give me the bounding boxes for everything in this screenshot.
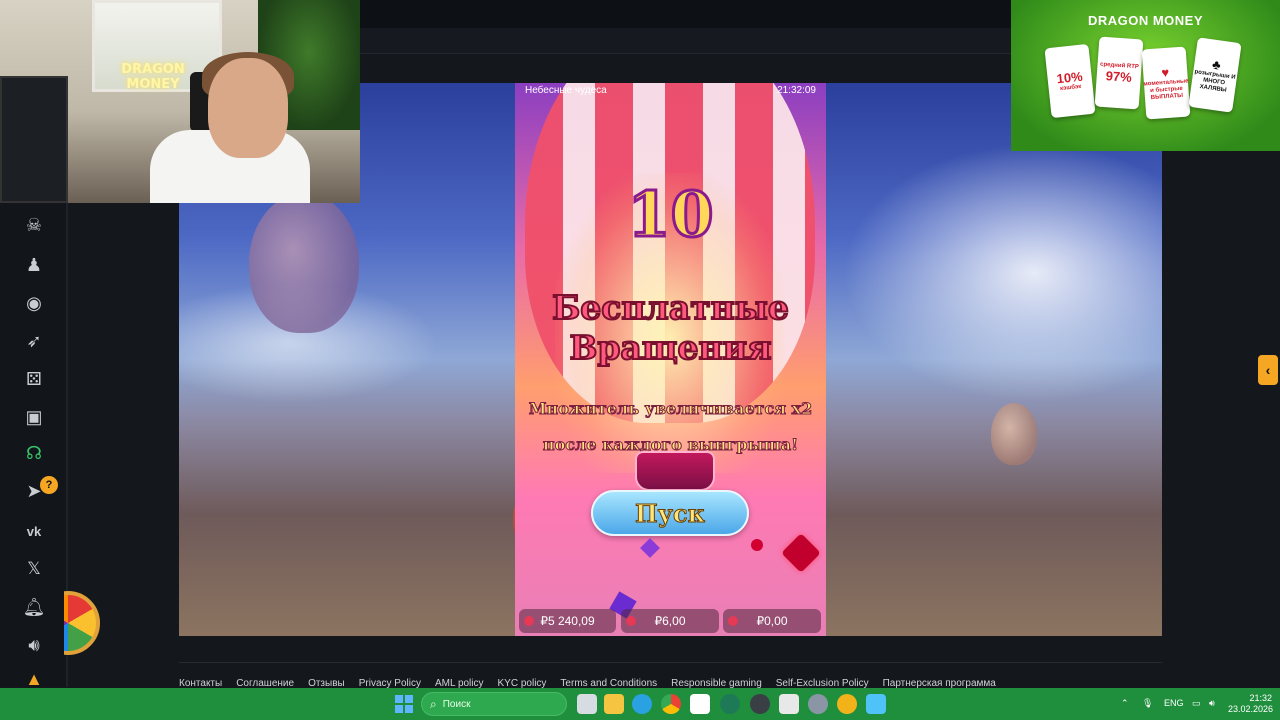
taskbar-search[interactable]: ⌕ Поиск [421, 692, 567, 716]
footer-link[interactable]: Responsible gaming [671, 678, 762, 688]
balloon-decoration [991, 403, 1037, 465]
footer-link[interactable]: KYC policy [498, 678, 547, 688]
footer-link[interactable]: Соглашение [236, 678, 294, 688]
app-icon[interactable] [779, 694, 799, 714]
microphone-icon[interactable]: 🎙︎ [1142, 698, 1153, 709]
bet-value: ₽6,00 [654, 614, 686, 628]
bet-display[interactable]: ₽6,00 [621, 609, 719, 633]
footer-links: Контакты Соглашение Отзывы Privacy Polic… [179, 678, 1162, 688]
settings-icon[interactable] [808, 694, 828, 714]
clock-time: 21:32 [1249, 693, 1272, 703]
footer-link[interactable]: Terms and Conditions [560, 678, 657, 688]
win-icon [728, 616, 738, 626]
win-display: ₽0,00 [723, 609, 821, 633]
description-line-1: Множитель увеличивается x2 [528, 399, 813, 419]
free-spins-count: 10 [626, 177, 715, 253]
bell-icon[interactable]: 🔔︎ [22, 595, 46, 619]
language-indicator[interactable]: ENG [1164, 698, 1184, 708]
win-value: ₽0,00 [756, 614, 788, 628]
balance-value: ₽5 240,09 [540, 614, 595, 628]
fortune-wheel-icon[interactable] [64, 591, 104, 655]
left-sidebar: ☠ ♟ ◉ ➶ ⚄ ▣ ☊ ➤ ? vk 𝕏 🔔︎ 🔊︎ ▲ [0, 203, 100, 689]
balloon-basket-image [635, 451, 715, 491]
search-icon: ⌕ [430, 696, 437, 711]
headline-line-2: Вращения [568, 327, 772, 368]
file-explorer-icon[interactable] [604, 694, 624, 714]
footer-link[interactable]: Партнерская программа [883, 678, 996, 688]
start-button[interactable]: Пуск [591, 490, 749, 536]
site-header-bar [360, 28, 1012, 54]
footer-link[interactable]: Отзывы [308, 678, 345, 688]
chevron-left-icon[interactable]: ‹ [1258, 355, 1278, 385]
app-icon[interactable] [750, 694, 770, 714]
card-caption: розыгрыши И МНОГО ХАЛЯВЫ [1194, 68, 1236, 94]
browser-top-bar [360, 0, 1012, 28]
vk-icon[interactable]: vk [22, 519, 46, 543]
user-icon[interactable]: ♟ [22, 253, 46, 277]
footer-link[interactable]: Self-Exclusion Policy [776, 678, 869, 688]
promo-card: ♣ розыгрыши И МНОГО ХАЛЯВЫ [1188, 37, 1242, 113]
notepad-icon[interactable] [866, 694, 886, 714]
support-icon[interactable]: ☊ [22, 441, 46, 465]
dice-icon[interactable]: ⚄ [22, 367, 46, 391]
monitor-background [0, 76, 68, 203]
banner-title: DRAGON MONEY [1087, 13, 1204, 28]
game-status-bar: ₽5 240,09 ₽6,00 ₽0,00 [515, 607, 826, 636]
webcam-overlay: DRAGON MONEY [0, 0, 360, 203]
task-view-icon[interactable] [577, 694, 597, 714]
card-caption: моментальные и быстрые ВЫПЛАТЫ [1143, 77, 1189, 101]
roulette-icon[interactable]: ◉ [22, 291, 46, 315]
gem-decoration [640, 538, 660, 558]
balance-display[interactable]: ₽5 240,09 [519, 609, 616, 633]
network-icon[interactable]: ▭ [1192, 698, 1201, 709]
clock-date: 23.02.2026 [1228, 704, 1274, 714]
gem-decoration [751, 539, 763, 551]
windows-taskbar: ⌕ Поиск ⌃ 🎙︎ ENG ▭ 🔊︎ 21:32 23.02.2026 [0, 688, 1280, 720]
dragon-money-banner[interactable]: DRAGON MONEY 10% кэшбэк средний RTP 97% … [1011, 0, 1280, 151]
bet-icon [626, 616, 636, 626]
chevron-up-icon[interactable]: ⌃ [1121, 698, 1129, 709]
wallet-icon [524, 616, 534, 626]
promo-card: ♥ моментальные и быстрые ВЫПЛАТЫ [1141, 46, 1191, 120]
cloud-decoration [842, 143, 1162, 403]
heart-icon: ♥ [1160, 64, 1170, 80]
game-title: Небесные чудеса [525, 85, 607, 96]
footer-divider [179, 662, 1162, 663]
windows-start-icon[interactable] [395, 695, 413, 713]
rocket-icon[interactable]: ➶ [22, 329, 46, 353]
chrome-icon[interactable] [661, 694, 681, 714]
free-spins-headline: Бесплатные Вращения [515, 287, 826, 368]
app-icon[interactable] [690, 694, 710, 714]
footer-link[interactable]: Контакты [179, 678, 222, 688]
app-icon[interactable] [720, 694, 740, 714]
telegram-app-icon[interactable] [632, 694, 652, 714]
card-value: 97% [1105, 67, 1133, 85]
neon-sign: DRAGON MONEY [118, 62, 188, 92]
streamer-face [208, 58, 288, 158]
x-icon[interactable]: 𝕏 [22, 557, 46, 581]
neon-sign-line-1: DRAGON [121, 62, 185, 77]
neon-sign-line-2: MONEY [126, 77, 180, 92]
promo-card: 10% кэшбэк [1044, 43, 1096, 119]
taskbar-clock[interactable]: 21:32 23.02.2026 [1228, 693, 1274, 715]
gem-decoration [781, 533, 821, 573]
dragon-icon[interactable]: ☠ [22, 213, 46, 237]
slot-machine-icon[interactable]: ▣ [22, 405, 46, 429]
browser-page: Небесные чудеса 21:32:09 10 Бесплатные В… [0, 0, 1280, 720]
volume-icon[interactable]: 🔊︎ [1209, 698, 1215, 709]
club-icon: ♣ [1211, 56, 1222, 73]
sound-icon[interactable]: 🔊︎ [22, 633, 46, 657]
footer-link[interactable]: AML policy [435, 678, 484, 688]
slot-game-panel[interactable]: Небесные чудеса 21:32:09 10 Бесплатные В… [515, 83, 826, 636]
search-placeholder: Поиск [442, 698, 471, 710]
card-caption: кэшбэк [1059, 83, 1082, 92]
headline-line-1: Бесплатные [551, 287, 790, 328]
app-icon[interactable] [837, 694, 857, 714]
game-clock: 21:32:09 [777, 85, 816, 96]
footer-link[interactable]: Privacy Policy [359, 678, 421, 688]
promo-card: средний RTP 97% [1094, 36, 1144, 110]
help-badge[interactable]: ? [40, 476, 58, 494]
balloon-decoration [249, 193, 359, 333]
